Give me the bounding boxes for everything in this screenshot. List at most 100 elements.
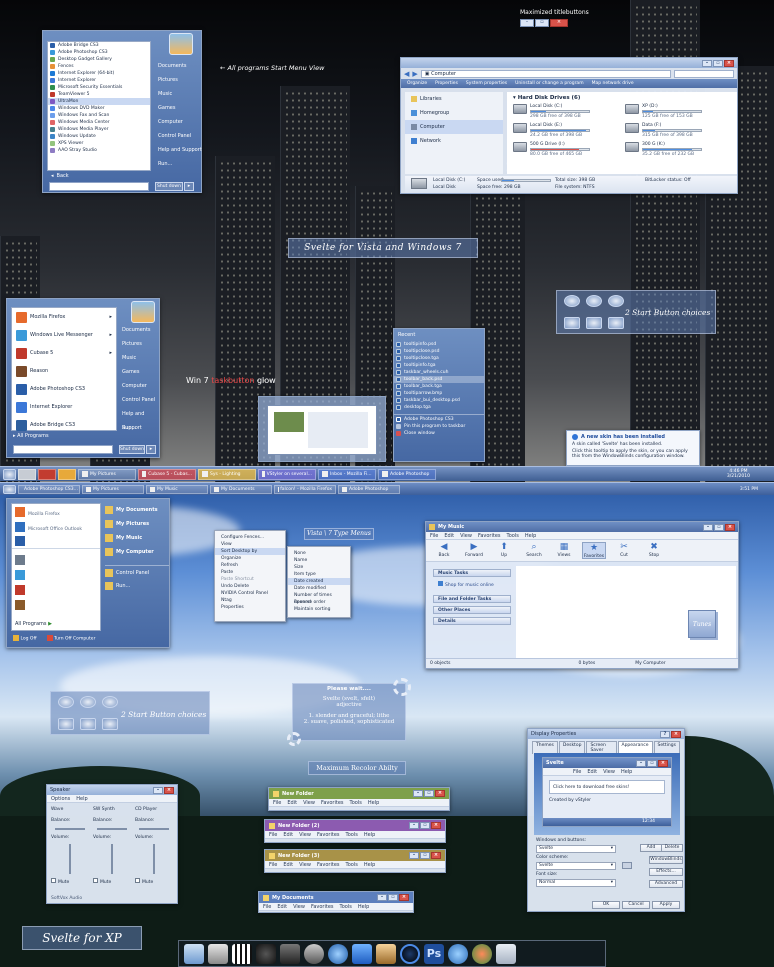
drive-item[interactable]: 300 G (K:) 35.2 GB free of 232 GB [625, 142, 731, 161]
start-menu-link[interactable]: Documents [154, 59, 202, 73]
delete-button[interactable]: Delete [661, 844, 683, 852]
menu-item[interactable]: Tools [346, 832, 358, 838]
context-menu-item[interactable]: Properties [215, 604, 285, 611]
menu-item[interactable]: File [263, 904, 271, 910]
close-button[interactable]: × [435, 790, 445, 797]
toolbar-button[interactable]: Uninstall or change a program [515, 81, 583, 86]
close-button[interactable]: × [164, 786, 174, 794]
search-input[interactable] [13, 445, 113, 454]
start-menu-link[interactable]: Games [154, 101, 202, 115]
jumplist-close[interactable]: Close window [394, 430, 484, 437]
program-item[interactable]: Microsoft Security Essentials [48, 84, 150, 91]
drive-item[interactable]: Local Disk (C:) 298 GB free of 398 GB [513, 104, 619, 123]
balance-slider[interactable] [97, 828, 127, 830]
menu-item[interactable]: View [460, 533, 472, 539]
taskbar-icon-explorer[interactable] [58, 468, 76, 480]
advanced-button[interactable]: Advanced [649, 880, 683, 888]
task-group-header[interactable]: File and Folder Tasks [433, 595, 511, 603]
xp-program-item[interactable]: meshdbgt.exe [12, 552, 100, 567]
mute-checkbox[interactable]: Mute [135, 878, 173, 885]
jumplist-item[interactable]: taskbar_bui_desktop.psd [394, 397, 484, 404]
taskbar-button[interactable]: Inbox - Mozilla Fi... [318, 468, 376, 480]
turnoff-button[interactable]: Turn Off Computer [46, 635, 95, 642]
menu-item[interactable]: Favorites [317, 832, 340, 838]
menu-item[interactable]: View [299, 862, 311, 868]
context-menu-item[interactable]: Paste Shortcut [215, 576, 285, 583]
start-menu-link[interactable]: Pictures [118, 337, 160, 351]
shutdown-button[interactable]: Shut down [155, 182, 183, 191]
mute-checkbox[interactable]: Mute [51, 878, 89, 885]
jumplist-app[interactable]: Adobe Photoshop CS3 [394, 416, 484, 423]
task-group-header[interactable]: Other Places [433, 606, 511, 614]
menu-item[interactable]: Edit [444, 533, 454, 539]
monitor-icon[interactable] [184, 943, 204, 964]
minimize-button[interactable]: – [409, 852, 419, 859]
minimize-button[interactable]: – [409, 822, 419, 829]
menu-item[interactable]: View [293, 904, 305, 910]
taskbar-button[interactable]: Adobe Photoshop CS3... [18, 484, 80, 494]
start-menu-link[interactable]: Computer [118, 379, 160, 393]
font-size-select[interactable]: Normal ▾ [536, 879, 616, 887]
taskbar-thumbnail-preview[interactable] [258, 396, 386, 462]
maximize-button[interactable]: ▫ [424, 790, 434, 797]
close-button[interactable]: × [724, 59, 734, 67]
volume-slider[interactable] [69, 844, 71, 874]
submenu-item[interactable]: Reverse order [288, 599, 350, 606]
taskbar-button[interactable]: Cubase 5 - Cubas... [138, 468, 196, 480]
xp-program-item[interactable]: Adobe Photoshop CS3 [12, 534, 100, 549]
windowblinds-button[interactable]: WindowBlinds [649, 856, 683, 864]
jumplist-item[interactable]: tooltipinfo.tga [394, 362, 484, 369]
taskbar-button[interactable]: My Music [146, 484, 208, 494]
submenu-item[interactable]: Item type [288, 571, 350, 578]
mute-checkbox[interactable]: Mute [93, 878, 131, 885]
search-input[interactable] [49, 182, 149, 191]
volume-slider[interactable] [153, 844, 155, 874]
menu-item[interactable]: Edit [287, 800, 297, 806]
drive-item[interactable]: 500 G Drive (I:) 80.0 GB free of 465 GB [513, 142, 619, 161]
submenu-item[interactable]: Name [288, 557, 350, 564]
toolbar-button[interactable]: ✂ Cut [612, 542, 636, 559]
minimize-button[interactable]: – [377, 894, 387, 901]
back-button[interactable]: ◂ Back [47, 172, 151, 180]
menu-item[interactable]: Edit [283, 862, 293, 868]
pinned-program[interactable]: Mozilla Firefox ▸ [12, 308, 116, 326]
piano-icon[interactable] [232, 943, 252, 964]
jumplist-item[interactable]: toolbar_back.tga [394, 383, 484, 390]
toolbar-button[interactable]: ⬆ Up [492, 542, 516, 559]
menu-item[interactable]: Favorites [317, 862, 340, 868]
effects-button[interactable]: Effects... [649, 868, 683, 876]
start-menu-link[interactable]: Games [118, 365, 160, 379]
context-menu-item[interactable]: Paste [215, 569, 285, 576]
search-input[interactable] [674, 69, 734, 78]
submenu-item[interactable]: Size [288, 564, 350, 571]
address-bar[interactable]: ▣ Computer [420, 69, 671, 78]
menu-item[interactable]: Favorites [321, 800, 344, 806]
toolbar-button[interactable]: Organize [407, 81, 427, 86]
xp-program-item[interactable]: GIF Movie Gear [12, 597, 100, 612]
toolbar-button[interactable]: ▶ Forward [462, 542, 486, 559]
nav-item[interactable]: Computer [405, 120, 503, 134]
program-item[interactable]: Internet Explorer (64-bit) [48, 70, 150, 77]
skin-installed-notification[interactable]: A new skin has been installed A skin cal… [566, 430, 700, 466]
xp-start-link[interactable]: Run... [105, 579, 169, 593]
ok-button[interactable]: OK [592, 901, 620, 909]
maximize-button[interactable]: ▫ [713, 59, 723, 67]
taskbar-button[interactable]: VStyler on several... [258, 468, 316, 480]
xp-start-link[interactable]: Control Panel [105, 565, 169, 579]
jumplist-item[interactable]: desktop.tga [394, 404, 484, 411]
xp-program-item[interactable]: Str32dx.exe [12, 582, 100, 597]
xp-program-item[interactable]: E-mail Microsoft Office Outlook [12, 519, 100, 534]
color-scheme-select[interactable]: Svelte ▾ [536, 862, 616, 870]
xp-start-link[interactable]: My Documents [105, 503, 169, 517]
program-item[interactable]: UltraMon [48, 98, 150, 105]
program-item[interactable]: Windows DVD Maker [48, 105, 150, 112]
program-item[interactable]: XPS Viewer [48, 140, 150, 147]
start-menu-link[interactable]: Music [118, 351, 160, 365]
menu-item[interactable]: Tools [350, 800, 362, 806]
pinned-program[interactable]: Cubase 5 ▸ [12, 344, 116, 362]
start-menu-link[interactable]: Pictures [154, 73, 202, 87]
all-programs-button[interactable]: ▸ All Programs [13, 433, 49, 439]
toolbar-button[interactable]: Map network drive [592, 81, 634, 86]
program-item[interactable]: Windows Fax and Scan [48, 112, 150, 119]
close-button[interactable]: × [725, 523, 735, 531]
